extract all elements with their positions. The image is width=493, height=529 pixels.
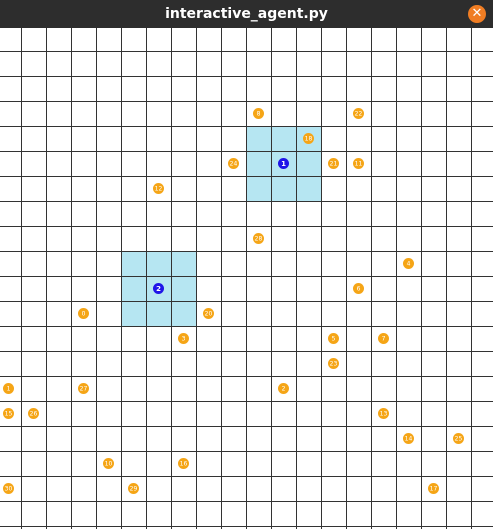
agent-zone-cell [121, 301, 146, 326]
target-label: 2 [282, 386, 286, 393]
agent-zone-cell [271, 126, 296, 151]
agent-zone-cell [296, 176, 321, 201]
target-label: 18 [305, 136, 313, 143]
target-label: 8 [257, 111, 261, 118]
agent-zone-cell [296, 151, 321, 176]
game-board[interactable]: 8 22 18 24 21 11 12 28 4 6 0 20 3 5 7 23 1 27 2 15 26 13 14 25 1… [0, 28, 493, 529]
grid-canvas: 8 221824 21 111228460 203 5 7231 27 215 26 1314 251… [0, 28, 493, 529]
agent-label: 1 [281, 160, 286, 168]
agent-zone-cell [271, 176, 296, 201]
agent-label: 2 [156, 285, 161, 293]
target-label: 1 [7, 386, 11, 393]
target-label: 5 [332, 336, 336, 343]
target-label: 28 [255, 236, 263, 243]
close-icon[interactable]: ✕ [468, 5, 486, 23]
target-label: 6 [357, 286, 361, 293]
target-label: 22 [355, 111, 363, 118]
target-label: 13 [380, 411, 388, 418]
agent-zone-cell [246, 176, 271, 201]
target-label: 14 [405, 436, 413, 443]
target-label: 10 [105, 461, 113, 468]
target-label: 4 [407, 261, 411, 268]
window-title: interactive_agent.py [165, 6, 328, 22]
agent-zone-cell [171, 301, 196, 326]
target-label: 11 [355, 161, 363, 168]
target-label: 24 [230, 161, 238, 168]
target-label: 20 [205, 311, 213, 318]
target-label: 27 [80, 386, 88, 393]
target-label: 17 [430, 486, 438, 493]
agent-zone-cell [171, 251, 196, 276]
target-label: 12 [155, 186, 163, 193]
agent-zone-cell [246, 151, 271, 176]
target-label: 15 [5, 411, 13, 418]
target-label: 21 [330, 161, 338, 168]
target-label: 0 [82, 311, 86, 318]
target-label: 3 [182, 336, 186, 343]
target-label: 7 [382, 336, 386, 343]
agent-zone-cell [121, 251, 146, 276]
agent-zone-cell [171, 276, 196, 301]
target-label: 30 [5, 486, 13, 493]
agent-zone-cell [146, 301, 171, 326]
target-label: 16 [180, 461, 188, 468]
target-label: 23 [330, 361, 338, 368]
agent-zone-cell [121, 276, 146, 301]
target-label: 29 [130, 486, 138, 493]
agent-zone-cell [246, 126, 271, 151]
agent-zone-cell [146, 251, 171, 276]
title-bar: interactive_agent.py ✕ [0, 0, 493, 28]
target-label: 26 [30, 411, 38, 418]
target-label: 25 [455, 436, 463, 443]
